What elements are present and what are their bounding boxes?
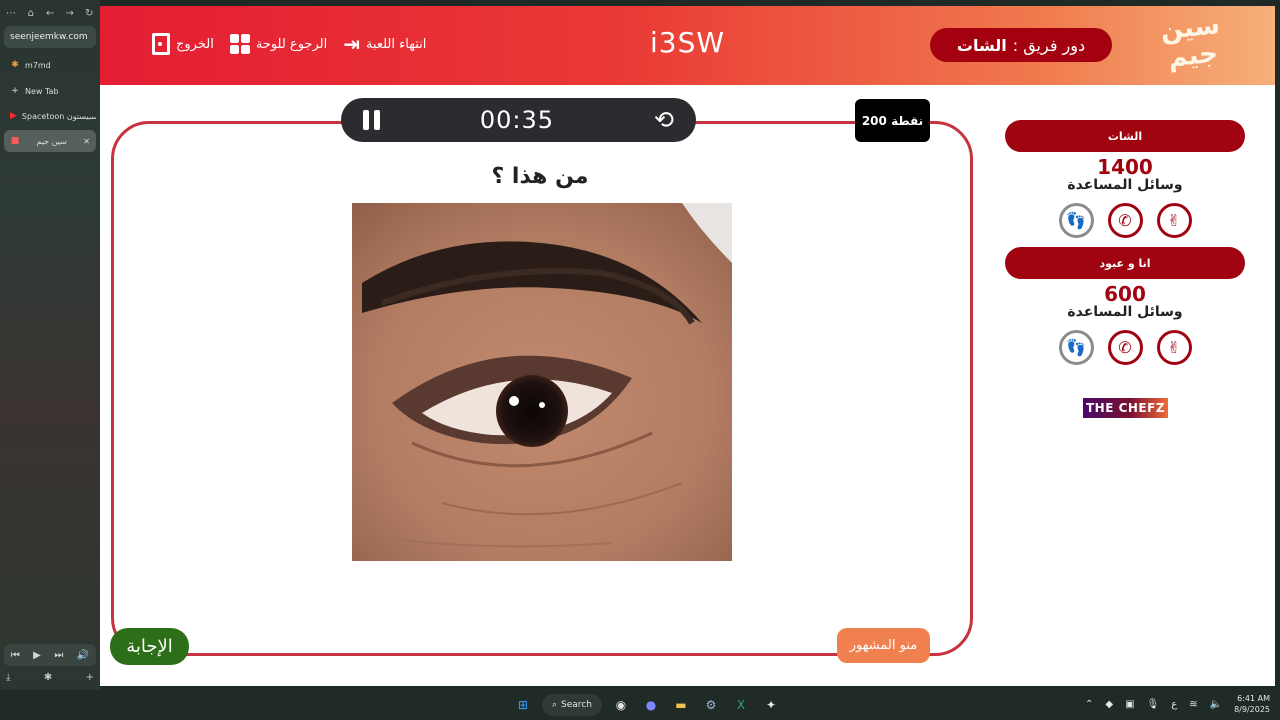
exit-button[interactable]: الخروج [152, 33, 214, 55]
network-tray-icon[interactable]: ▣ [1125, 699, 1134, 710]
extension-icon[interactable]: ✱ [44, 672, 52, 683]
aids-row: 👣 ✆ ✌ [1005, 330, 1245, 365]
team-score: 1400 [1097, 155, 1153, 179]
peace-hand-icon[interactable]: ✌ [1156, 203, 1192, 238]
game-page: الخروج الرجوع للوحة ⇥ انتهاء اللعبة i3SW… [100, 6, 1275, 686]
header-links: الخروج الرجوع للوحة ⇥ انتهاء اللعبة [152, 33, 426, 55]
volume-icon[interactable]: 🔈 [1210, 699, 1222, 710]
end-game-label: انتهاء اللعبة [365, 36, 427, 52]
team-panel: انا و عبود 600 وسائل المساعدة 👣 ✆ ✌ [1005, 247, 1245, 365]
team-panel: الشات 1400 وسائل المساعدة 👣 ✆ ✌ [1005, 120, 1245, 238]
game-title: i3SW [649, 26, 726, 59]
tab-spacetoon[interactable]: ▶ Spacetoon سبيستون [4, 105, 96, 127]
back-icon[interactable]: ← [46, 8, 56, 19]
back-to-board-label: الرجوع للوحة [255, 36, 328, 52]
timer-display: 00:35 [479, 106, 555, 134]
team-name: الشات [1005, 120, 1245, 152]
reload-icon[interactable]: ↻ [85, 8, 95, 19]
os-taskbar: ⊞ ⌕ Search ◉ ● ▬ ⚙ X ✦ ⌃ ◆ ▣ 🎙 ع ≋ 🔈 6:4… [0, 690, 1280, 720]
download-icon[interactable]: ⤓ [6, 672, 10, 683]
youtube-icon: ▶ [10, 111, 17, 121]
taskbar-search[interactable]: ⌕ Search [542, 694, 602, 716]
aids-row: 👣 ✆ ✌ [1005, 203, 1245, 238]
more-icon[interactable]: ⋯ [6, 8, 16, 19]
discord-icon[interactable]: ● [640, 694, 662, 716]
steam-icon[interactable]: ⚙ [700, 694, 722, 716]
clock-time: 6:41 AM [1237, 694, 1270, 703]
sidebar-bottom-bar: ⤓ ✱ + [6, 672, 94, 683]
search-label: Search [561, 700, 592, 710]
footsteps-icon[interactable]: 👣 [1058, 203, 1094, 238]
browser-app-icon[interactable]: ◉ [610, 694, 632, 716]
add-icon[interactable]: + [86, 672, 94, 683]
tab-seenjeem[interactable]: ■ سين جيم ✕ [4, 130, 96, 152]
exit-door-icon [152, 33, 170, 55]
address-bar[interactable]: seenjeemkw.com [4, 26, 96, 48]
footsteps-icon[interactable]: 👣 [1058, 330, 1094, 365]
next-track-icon[interactable]: ⏭ [54, 650, 63, 661]
answer-button[interactable]: الإجابة [110, 628, 189, 665]
end-game-button[interactable]: ⇥ انتهاء اللعبة [343, 34, 426, 54]
home-icon[interactable]: ⌂ [26, 8, 36, 19]
eye-photo [352, 203, 732, 561]
game-header: الخروج الرجوع للوحة ⇥ انتهاء اللعبة i3SW… [100, 6, 1275, 85]
search-icon: ⌕ [552, 700, 558, 710]
pause-button[interactable] [363, 110, 380, 130]
forward-icon[interactable]: → [65, 8, 75, 19]
play-icon[interactable]: ▶ [33, 650, 41, 661]
tab-label: New Tab [25, 86, 59, 96]
team-name: انا و عبود [1005, 247, 1245, 279]
team-aids-label: وسائل المساعدة [1067, 177, 1183, 193]
media-controls: ⏮ ▶ ⏭ 🔊 [4, 644, 96, 666]
team-aids-label: وسائل المساعدة [1067, 304, 1183, 320]
browser-sidebar: ⋯ ⌂ ← → ↻ seenjeemkw.com ✱ m7md + New Ta… [0, 0, 100, 690]
excel-icon[interactable]: X [730, 694, 752, 716]
tab-label: Spacetoon سبيستون [21, 111, 96, 121]
back-to-board-button[interactable]: الرجوع للوحة [229, 34, 328, 54]
chevron-up-icon[interactable]: ⌃ [1085, 699, 1093, 710]
category-badge: منو المشهور [837, 628, 930, 663]
taskbar-apps: ⊞ ⌕ Search ◉ ● ▬ ⚙ X ✦ [512, 694, 782, 716]
app-icon[interactable]: ✦ [760, 694, 782, 716]
close-tab-icon[interactable]: ✕ [83, 137, 90, 146]
exit-label: الخروج [176, 36, 214, 52]
team-score: 600 [1104, 282, 1146, 306]
phone-icon[interactable]: ✆ [1107, 330, 1143, 365]
tab-new-tab[interactable]: + New Tab [4, 80, 96, 102]
clock-date: 8/9/2025 [1234, 705, 1270, 714]
microphone-icon[interactable]: 🎙 [1147, 699, 1160, 710]
phone-icon[interactable]: ✆ [1107, 203, 1143, 238]
peace-hand-icon[interactable]: ✌ [1156, 330, 1192, 365]
plus-icon: + [11, 86, 19, 96]
bookmark-icon: ✱ [11, 60, 19, 70]
tab-label: m7md [25, 60, 51, 70]
turn-team: الشات [956, 35, 1007, 55]
previous-track-icon[interactable]: ⏮ [11, 650, 20, 661]
turn-indicator: دور فريق : الشات [930, 28, 1112, 62]
arrow-to-bar-icon: ⇥ [343, 32, 360, 56]
system-tray: ⌃ ◆ ▣ 🎙 ع ≋ 🔈 6:41 AM 8/9/2025 [1085, 693, 1270, 715]
seenjeem-logo[interactable]: سين جيم [1155, 10, 1229, 82]
points-badge: 200 نقطة [855, 99, 930, 142]
tab-m7md[interactable]: ✱ m7md [4, 54, 96, 76]
reset-timer-icon[interactable]: ⟲ [654, 106, 674, 134]
wifi-icon[interactable]: ≋ [1189, 699, 1197, 710]
clock[interactable]: 6:41 AM 8/9/2025 [1234, 693, 1270, 715]
volume-icon[interactable]: 🔊 [77, 650, 89, 661]
turn-label: دور فريق : [1012, 35, 1086, 55]
grid-icon [229, 34, 250, 54]
sponsor-logo: THE CHEFZ [1083, 398, 1168, 418]
file-explorer-icon[interactable]: ▬ [670, 694, 692, 716]
timer-bar: 00:35 ⟲ [341, 98, 696, 142]
tab-label: سين جيم [36, 136, 67, 146]
start-icon[interactable]: ⊞ [512, 694, 534, 716]
seenjeem-icon: ■ [10, 136, 20, 146]
question-text: من هذا ؟ [491, 164, 589, 189]
language-indicator[interactable]: ع [1171, 699, 1177, 710]
question-image [352, 203, 732, 561]
browser-nav: ⋯ ⌂ ← → ↻ [6, 6, 94, 20]
security-icon[interactable]: ◆ [1105, 699, 1113, 710]
